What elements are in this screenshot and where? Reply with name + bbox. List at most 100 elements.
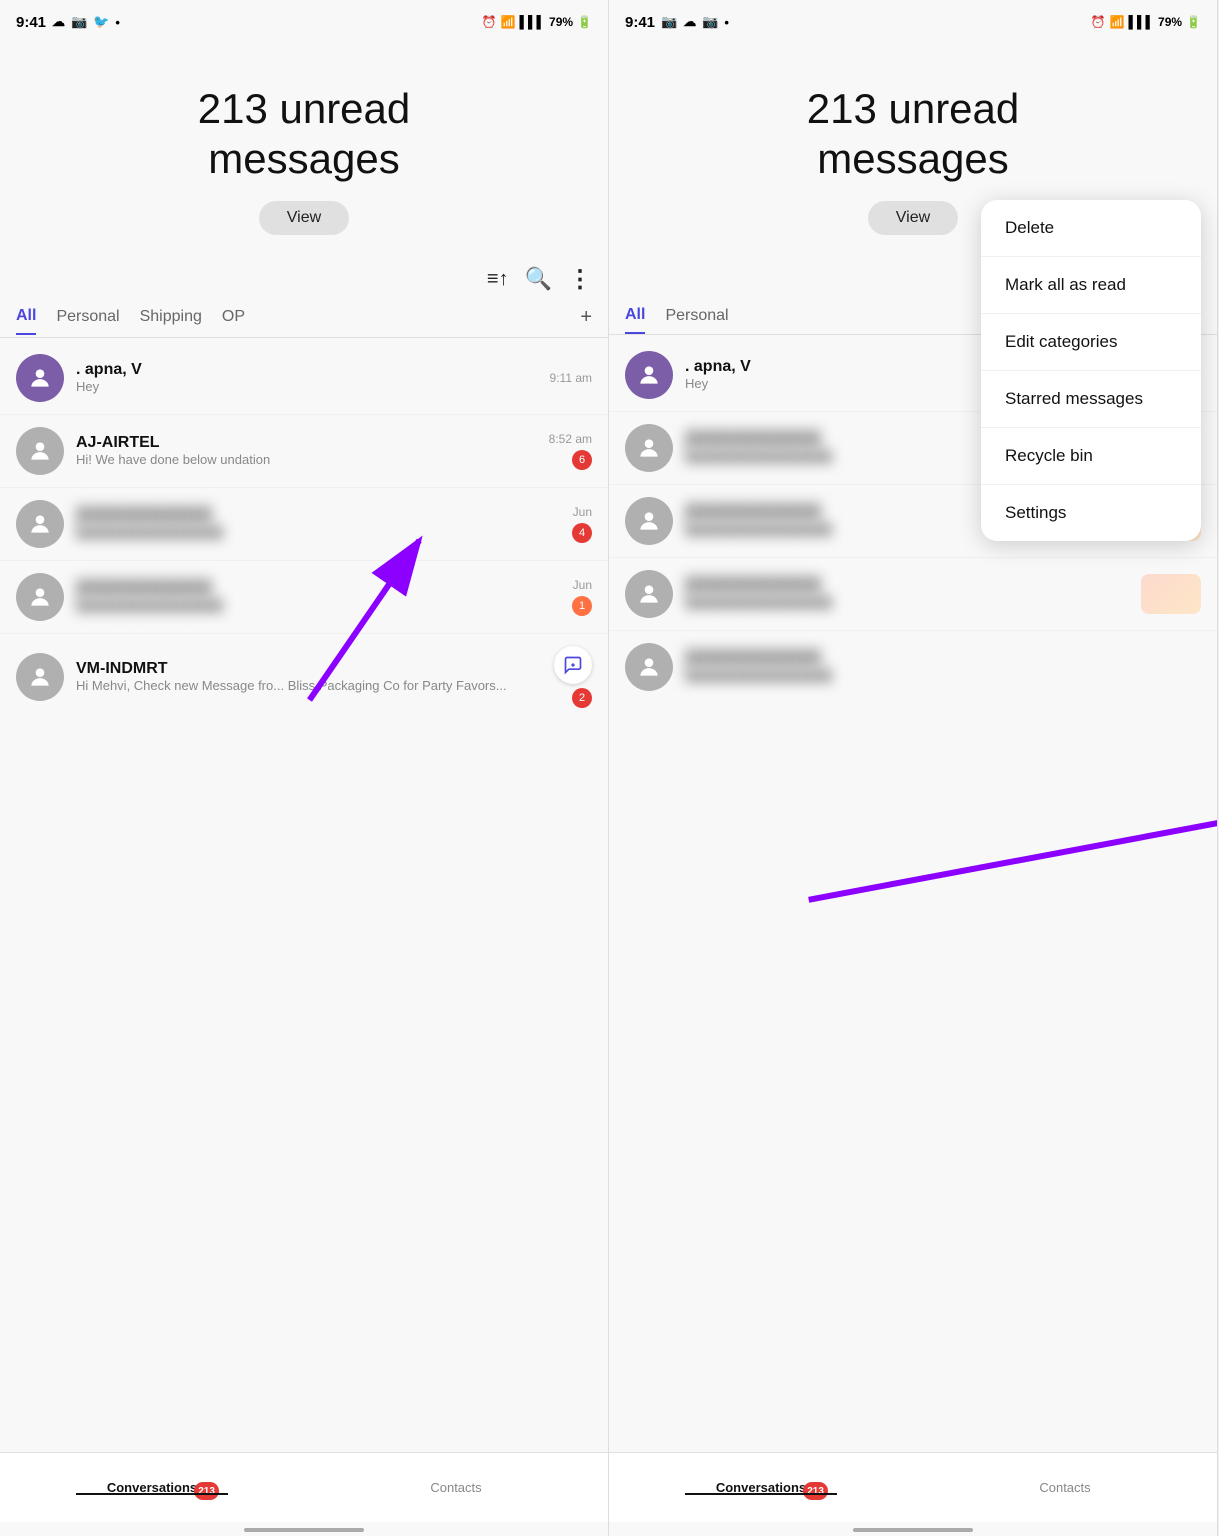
dropdown-menu: Delete Mark all as read Edit categories … <box>981 200 1201 541</box>
instagram-icon-right: 📷 <box>702 14 718 30</box>
search-icon[interactable]: 🔍 <box>525 266 552 292</box>
cloud-icon: ☁ <box>52 14 65 30</box>
conv-info-airtel: AJ-AIRTEL Hi! We have done below undatio… <box>76 434 537 467</box>
unread-banner-left: 213 unreadmessages View <box>0 44 608 255</box>
camera-icon: 📷 <box>661 14 677 30</box>
conv-name-blurred-1: ████████████ <box>76 507 560 525</box>
conv-time-blurred-2: Jun <box>573 578 592 592</box>
tab-personal-left[interactable]: Personal <box>56 300 119 334</box>
conv-meta-blurred-r3 <box>1141 574 1201 614</box>
conv-item-apna[interactable]: . apna, V Hey 9:11 am <box>0 342 608 414</box>
conv-meta-vm: 2 <box>554 646 592 708</box>
bottom-nav-left: Conversations 213 Contacts <box>0 1452 608 1522</box>
conv-info-apna: . apna, V Hey <box>76 361 538 394</box>
battery-icon: 🔋 <box>577 15 592 29</box>
dot-right: • <box>724 15 729 30</box>
avatar-blurred-r1 <box>625 424 673 472</box>
dropdown-edit-categories[interactable]: Edit categories <box>981 314 1201 371</box>
view-button-right[interactable]: View <box>868 201 958 235</box>
conv-preview-airtel: Hi! We have done below undation <box>76 452 537 467</box>
conv-name-apna: . apna, V <box>76 361 538 379</box>
conv-name-airtel: AJ-AIRTEL <box>76 434 537 452</box>
conv-time-airtel: 8:52 am <box>549 432 592 446</box>
avatar-blurred-r3 <box>625 570 673 618</box>
dropdown-starred[interactable]: Starred messages <box>981 371 1201 428</box>
contacts-nav-label-right: Contacts <box>1039 1480 1090 1495</box>
tab-personal-right[interactable]: Personal <box>665 299 728 333</box>
conv-info-vm: VM-INDMRT Hi Mehvi, Check new Message fr… <box>76 660 542 693</box>
conv-name-blurred-r3: ████████████ <box>685 577 1129 595</box>
time-right: 9:41 <box>625 14 655 31</box>
conv-meta-airtel: 8:52 am 6 <box>549 432 592 470</box>
conv-badge-airtel: 6 <box>572 450 592 470</box>
signal-icon: ▌▌▌ <box>520 15 546 29</box>
conv-item-vm[interactable]: VM-INDMRT Hi Mehvi, Check new Message fr… <box>0 633 608 720</box>
unread-count-right: 213 unreadmessages <box>629 84 1197 185</box>
home-indicator-left <box>244 1528 364 1532</box>
conversations-nav-label-right: Conversations <box>716 1480 806 1495</box>
conv-time-apna: 9:11 am <box>550 371 592 385</box>
conversations-nav-label-left: Conversations <box>107 1480 197 1495</box>
conv-badge-vm: 2 <box>572 688 592 708</box>
conv-item-blurred-r3[interactable]: ████████████ ████████████████ <box>609 557 1217 630</box>
avatar-blurred-2 <box>16 573 64 621</box>
conv-info-blurred-r3: ████████████ ████████████████ <box>685 577 1129 610</box>
conv-badge-blurred-1: 4 <box>572 523 592 543</box>
conv-meta-blurred-1: Jun 4 <box>572 505 592 543</box>
alarm-icon: ⏰ <box>482 15 497 29</box>
view-button-left[interactable]: View <box>259 201 349 235</box>
bottom-nav-right: Conversations 213 Contacts <box>609 1452 1217 1522</box>
conv-name-blurred-2: ████████████ <box>76 580 560 598</box>
status-bar-right: 9:41 📷 ☁ 📷 • ⏰ 📶 ▌▌▌ 79% 🔋 <box>609 0 1217 44</box>
conv-item-blurred-r4[interactable]: ████████████ ████████████████ <box>609 630 1217 703</box>
nav-contacts-right[interactable]: Contacts <box>913 1480 1217 1495</box>
tab-op-left[interactable]: OP <box>222 300 245 334</box>
nav-contacts-left[interactable]: Contacts <box>304 1480 608 1495</box>
battery-left: 79% <box>549 15 573 29</box>
conv-item-airtel[interactable]: AJ-AIRTEL Hi! We have done below undatio… <box>0 414 608 487</box>
signal-right: ▌▌▌ <box>1129 15 1155 29</box>
conv-time-blurred-1: Jun <box>573 505 592 519</box>
dropdown-delete[interactable]: Delete <box>981 200 1201 257</box>
nav-conversations-left[interactable]: Conversations 213 <box>0 1480 304 1495</box>
conv-info-blurred-1: ████████████ ████████████████ <box>76 507 560 540</box>
tab-all-right[interactable]: All <box>625 298 645 334</box>
tabs-left: All Personal Shipping OP + <box>0 298 608 338</box>
battery-right: 79% <box>1158 15 1182 29</box>
sort-icon[interactable]: ≡↑ <box>487 268 509 291</box>
avatar-blurred-r4 <box>625 643 673 691</box>
conv-preview-blurred-1: ████████████████ <box>76 525 560 540</box>
instagram-icon: 📷 <box>71 14 87 30</box>
more-options-icon[interactable]: ⋮ <box>568 265 592 294</box>
nav-badge-right: 213 <box>803 1482 828 1500</box>
conv-meta-blurred-2: Jun 1 <box>572 578 592 616</box>
dropdown-settings[interactable]: Settings <box>981 485 1201 541</box>
contacts-nav-label-left: Contacts <box>430 1480 481 1495</box>
conv-item-blurred-1[interactable]: ████████████ ████████████████ Jun 4 <box>0 487 608 560</box>
wifi-icon: 📶 <box>501 15 516 29</box>
conv-name-blurred-r4: ████████████ <box>685 650 1189 668</box>
avatar-airtel <box>16 427 64 475</box>
time-left: 9:41 <box>16 14 46 31</box>
tab-shipping-left[interactable]: Shipping <box>140 300 202 334</box>
tab-all-left[interactable]: All <box>16 299 36 335</box>
alarm-right: ⏰ <box>1091 15 1106 29</box>
nav-badge-left: 213 <box>194 1482 219 1500</box>
dropdown-mark-read[interactable]: Mark all as read <box>981 257 1201 314</box>
conv-preview-blurred-r4: ████████████████ <box>685 668 1189 683</box>
conv-info-blurred-2: ████████████ ████████████████ <box>76 580 560 613</box>
conv-item-blurred-2[interactable]: ████████████ ████████████████ Jun 1 <box>0 560 608 633</box>
status-bar-left: 9:41 ☁ 📷 🐦 • ⏰ 📶 ▌▌▌ 79% 🔋 <box>0 0 608 44</box>
conv-preview-apna: Hey <box>76 379 538 394</box>
nav-conversations-right[interactable]: Conversations 213 <box>609 1480 913 1495</box>
avatar-vm <box>16 653 64 701</box>
conv-name-vm: VM-INDMRT <box>76 660 542 678</box>
wifi-right: 📶 <box>1110 15 1125 29</box>
avatar-blurred-r2 <box>625 497 673 545</box>
tab-add-left[interactable]: + <box>580 298 592 337</box>
battery-icon-right: 🔋 <box>1186 15 1201 29</box>
compose-icon[interactable] <box>554 646 592 684</box>
twitter-icon: 🐦 <box>93 14 109 30</box>
dropdown-recycle-bin[interactable]: Recycle bin <box>981 428 1201 485</box>
unread-count-left: 213 unreadmessages <box>20 84 588 185</box>
